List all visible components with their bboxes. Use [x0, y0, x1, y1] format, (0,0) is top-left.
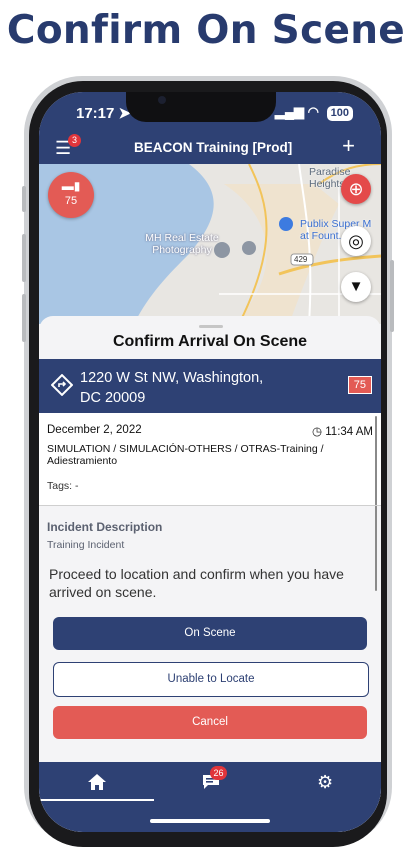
filter-icon[interactable]: ▼ — [341, 272, 371, 302]
app-title: BEACON Training [Prod] — [134, 140, 293, 155]
on-scene-button[interactable]: On Scene — [53, 617, 367, 650]
phone-screen: 17:17 ➤ ▂▄▆ ◠ 100 ☰ 3 BEACON Training [P… — [39, 92, 381, 832]
lifebuoy-icon[interactable]: ⊕ — [341, 174, 371, 204]
instruction-text: Proceed to location and confirm when you… — [49, 566, 344, 600]
incident-details: December 2, 2022 ◷ 11:34 AM SIMULATION /… — [39, 413, 381, 505]
home-icon[interactable] — [86, 772, 108, 792]
map-view[interactable]: Paradise Heights MH Real Estate Photogra… — [39, 164, 381, 324]
clock-icon: ◷ — [312, 426, 323, 438]
clock: 17:17 ➤ — [76, 105, 132, 122]
status-icons: ▂▄▆ ◠ 100 — [275, 104, 353, 121]
camera-dot — [158, 96, 166, 104]
signal-icon: ▂▄▆ — [274, 104, 305, 119]
add-icon[interactable]: + — [342, 135, 355, 157]
map-label-real-estate: MH Real Estate Photography — [145, 232, 219, 256]
divider — [39, 505, 381, 506]
app-bar: ☰ 3 BEACON Training [Prod] + — [39, 134, 381, 164]
incident-address: 1220 W St NW, Washington, DC 20009 — [80, 370, 264, 406]
unit-badge[interactable]: ▬▮ 75 — [48, 172, 94, 218]
active-tab-indicator — [39, 799, 154, 801]
cancel-button[interactable]: Cancel — [53, 706, 367, 739]
phone-notch — [126, 92, 276, 122]
volume-up-button — [22, 234, 26, 282]
my-location-icon[interactable]: ◎ — [341, 226, 371, 256]
settings-gear-icon[interactable]: ⚙ — [317, 772, 333, 792]
bottom-sheet: Confirm Arrival On Scene 1220 W St NW, W… — [39, 316, 381, 832]
incident-types: SIMULATION / SIMULACIÓN-OTHERS / OTRAS-T… — [47, 443, 324, 467]
scrollbar[interactable] — [375, 416, 377, 591]
menu-notification-badge: 3 — [68, 134, 81, 147]
wifi-icon: ◠ — [307, 104, 320, 119]
incident-tags: Tags: - — [47, 480, 79, 492]
volume-down-button — [22, 294, 26, 342]
unable-to-locate-button[interactable]: Unable to Locate — [53, 662, 369, 697]
home-indicator — [150, 819, 270, 823]
address-unit-badge: 75 — [347, 376, 372, 394]
bottom-nav: 26 ⚙ — [39, 762, 381, 832]
description-heading: Incident Description — [47, 520, 163, 534]
directions-icon — [51, 374, 73, 396]
map-label-route: 429 — [294, 255, 308, 264]
address-bar[interactable]: 1220 W St NW, Washington, DC 20009 75 — [39, 359, 381, 413]
page-headline: Confirm On Scene — [6, 8, 406, 53]
chat-badge: 26 — [210, 766, 227, 780]
sheet-title: Confirm Arrival On Scene — [112, 333, 308, 350]
power-button — [390, 260, 394, 332]
truck-icon: ▬▮ — [61, 179, 81, 193]
incident-time: ◷ 11:34 AM — [312, 426, 373, 438]
mute-switch — [22, 186, 26, 212]
description-text: Training Incident — [47, 539, 125, 551]
sheet-drag-handle[interactable] — [199, 325, 223, 328]
incident-date: December 2, 2022 — [47, 424, 142, 436]
battery-icon: 100 — [326, 106, 353, 121]
